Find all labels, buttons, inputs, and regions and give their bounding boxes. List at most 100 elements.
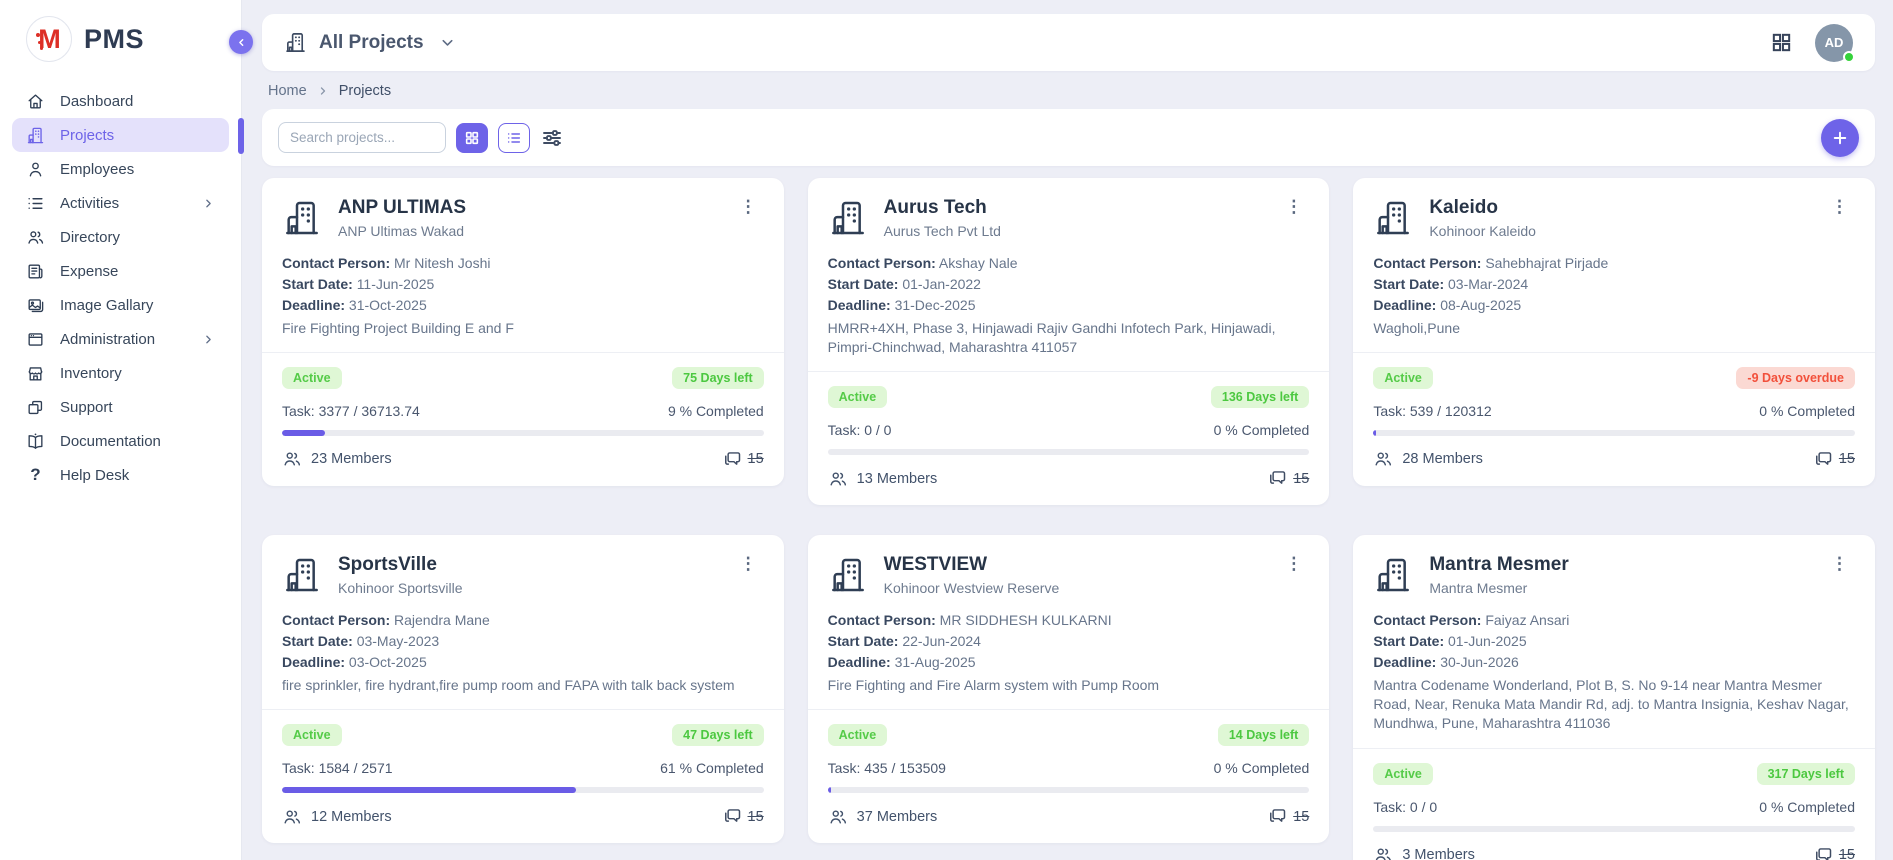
project-card[interactable]: Aurus Tech Aurus Tech Pvt Ltd ⋮ Contact … <box>808 178 1330 505</box>
days-badge: 136 Days left <box>1211 386 1309 408</box>
card-divider <box>1353 748 1875 749</box>
members-icon <box>1373 449 1393 469</box>
sidebar-item-expense[interactable]: Expense <box>12 254 229 288</box>
deadline-line: Deadline: 30-Jun-2026 <box>1373 652 1855 673</box>
projects-toolbar <box>262 109 1875 166</box>
progress-bar <box>828 787 1310 793</box>
add-project-button[interactable] <box>1821 119 1859 157</box>
project-card[interactable]: ANP ULTIMAS ANP Ultimas Wakad ⋮ Contact … <box>262 178 784 486</box>
grid-view-button[interactable] <box>456 123 488 153</box>
project-scope-selector[interactable]: All Projects <box>284 31 456 54</box>
members-icon <box>1373 845 1393 860</box>
sidebar-item-directory[interactable]: Directory <box>12 220 229 254</box>
sidebar-item-label: Documentation <box>60 433 161 450</box>
chat-button[interactable]: 15 <box>1813 845 1855 860</box>
completed-percent: 0 % Completed <box>1214 422 1310 438</box>
breadcrumb-home[interactable]: Home <box>268 83 307 99</box>
sidebar-item-administration[interactable]: Administration <box>12 322 229 356</box>
progress-fill <box>282 430 325 436</box>
project-description: fire sprinkler, fire hydrant,fire pump r… <box>282 676 764 695</box>
members-count: 13 Members <box>857 471 938 487</box>
avatar-initials: AD <box>1825 35 1844 50</box>
card-menu-button[interactable]: ⋮ <box>1279 196 1309 217</box>
chat-icon <box>1813 845 1834 860</box>
start-date-line: Start Date: 22-Jun-2024 <box>828 631 1310 652</box>
start-date-line: Start Date: 03-May-2023 <box>282 631 764 652</box>
chat-count: 15 <box>1293 809 1309 825</box>
breadcrumb-projects[interactable]: Projects <box>339 83 391 99</box>
project-name: Aurus Tech <box>884 196 1001 220</box>
card-menu-button[interactable]: ⋮ <box>1825 553 1855 574</box>
chat-button[interactable]: 15 <box>722 449 764 470</box>
deadline-line: Deadline: 03-Oct-2025 <box>282 652 764 673</box>
progress-fill <box>1373 430 1376 436</box>
progress-bar <box>1373 826 1855 832</box>
project-description: Wagholi,Pune <box>1373 319 1855 338</box>
members-icon <box>282 449 302 469</box>
progress-fill <box>282 787 576 793</box>
sidebar-item-documentation[interactable]: Documentation <box>12 424 229 458</box>
search-input[interactable] <box>278 122 446 153</box>
card-menu-button[interactable]: ⋮ <box>734 196 764 217</box>
apps-grid-icon[interactable] <box>1770 31 1793 54</box>
members-icon <box>282 807 302 827</box>
contact-person-value: MR SIDDHESH KULKARNI <box>940 612 1112 628</box>
sidebar-item-employees[interactable]: Employees <box>12 152 229 186</box>
card-menu-button[interactable]: ⋮ <box>734 553 764 574</box>
task-count: Task: 3377 / 36713.74 <box>282 403 420 419</box>
sidebar-item-label: Directory <box>60 229 120 246</box>
days-badge: -9 Days overdue <box>1736 367 1855 389</box>
members-count: 3 Members <box>1402 847 1475 860</box>
card-divider <box>1353 352 1875 353</box>
sidebar-item-help-desk[interactable]: ? Help Desk <box>12 458 229 492</box>
chat-button[interactable]: 15 <box>1267 806 1309 827</box>
sidebar-item-inventory[interactable]: Inventory <box>12 356 229 390</box>
days-badge: 75 Days left <box>672 367 763 389</box>
deadline-label: Deadline: <box>1373 654 1436 670</box>
chat-count: 15 <box>748 809 764 825</box>
sidebar-item-activities[interactable]: Activities <box>12 186 229 220</box>
project-card[interactable]: SportsVille Kohinoor Sportsville ⋮ Conta… <box>262 535 784 843</box>
progress-bar <box>828 449 1310 455</box>
start-date-value: 01-Jan-2022 <box>902 276 981 292</box>
sidebar-item-projects[interactable]: Projects <box>12 118 229 152</box>
card-menu-button[interactable]: ⋮ <box>1825 196 1855 217</box>
chat-icon <box>1267 468 1288 489</box>
question-icon: ? <box>26 465 45 485</box>
list-view-button[interactable] <box>498 123 530 153</box>
sidebar-item-support[interactable]: Support <box>12 390 229 424</box>
plus-icon <box>1831 129 1849 147</box>
project-card[interactable]: Mantra Mesmer Mantra Mesmer ⋮ Contact Pe… <box>1353 535 1875 860</box>
deadline-line: Deadline: 31-Oct-2025 <box>282 295 764 316</box>
building-icon <box>828 198 868 238</box>
contact-person-line: Contact Person: Akshay Nale <box>828 253 1310 274</box>
project-card[interactable]: WESTVIEW Kohinoor Westview Reserve ⋮ Con… <box>808 535 1330 843</box>
contact-person-label: Contact Person: <box>1373 255 1481 271</box>
start-date-line: Start Date: 11-Jun-2025 <box>282 274 764 295</box>
building-icon <box>284 31 307 54</box>
image-icon <box>26 296 45 315</box>
online-status-dot <box>1843 51 1855 63</box>
deadline-line: Deadline: 08-Aug-2025 <box>1373 295 1855 316</box>
project-description: Fire Fighting Project Building E and F <box>282 319 764 338</box>
chat-button[interactable]: 15 <box>1813 449 1855 470</box>
sidebar-item-image-gallery[interactable]: Image Gallary <box>12 288 229 322</box>
user-avatar[interactable]: AD <box>1815 24 1853 62</box>
card-menu-button[interactable]: ⋮ <box>1279 553 1309 574</box>
sidebar-item-dashboard[interactable]: Dashboard <box>12 84 229 118</box>
sidebar-collapse-button[interactable] <box>229 30 253 54</box>
chat-icon <box>722 449 743 470</box>
projects-grid: ANP ULTIMAS ANP Ultimas Wakad ⋮ Contact … <box>262 178 1875 860</box>
contact-person-value: Rajendra Mane <box>394 612 490 628</box>
project-description: Fire Fighting and Fire Alarm system with… <box>828 676 1310 695</box>
chevron-right-icon <box>202 197 215 210</box>
chat-button[interactable]: 15 <box>722 806 764 827</box>
chat-button[interactable]: 15 <box>1267 468 1309 489</box>
task-count: Task: 0 / 0 <box>1373 799 1437 815</box>
list-icon <box>26 194 45 213</box>
project-name: WESTVIEW <box>884 553 1060 577</box>
project-card[interactable]: Kaleido Kohinoor Kaleido ⋮ Contact Perso… <box>1353 178 1875 486</box>
deadline-label: Deadline: <box>828 297 891 313</box>
card-divider <box>808 709 1330 710</box>
filter-button[interactable] <box>540 126 564 150</box>
